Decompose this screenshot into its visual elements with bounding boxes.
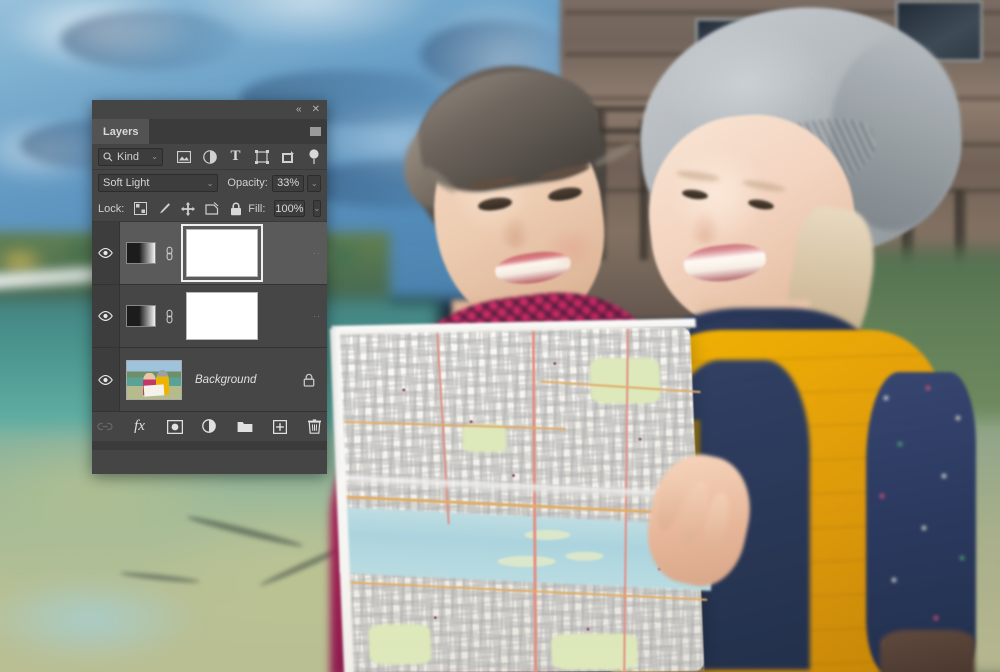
- layer-row-body[interactable]: ··: [120, 222, 327, 284]
- map-park: [589, 357, 662, 404]
- tab-layers[interactable]: Layers: [92, 119, 150, 144]
- map-point-of-interest: [511, 474, 516, 478]
- filter-kind-select[interactable]: Kind ⌄: [98, 147, 163, 166]
- map-park: [461, 424, 507, 453]
- fx-label: fx: [134, 418, 145, 434]
- map-point-of-interest: [433, 616, 437, 620]
- panel-bottom-toolbar: fx: [92, 411, 327, 441]
- lock-position-icon[interactable]: [181, 201, 196, 216]
- map-park: [368, 624, 432, 665]
- background-layer-thumbnail[interactable]: [126, 359, 182, 400]
- lock-artboard-nesting-icon[interactable]: [205, 202, 219, 216]
- lock-image-pixels-icon[interactable]: [157, 202, 171, 216]
- girl-nose: [690, 212, 720, 244]
- lock-label: Lock:: [98, 202, 125, 215]
- woman-cheek: [548, 228, 596, 268]
- blend-mode-select[interactable]: Soft Light ⌄: [98, 174, 219, 192]
- mask-link-icon[interactable]: [163, 244, 175, 262]
- new-adjustment-layer-icon[interactable]: [201, 418, 218, 435]
- girl-sleeve-cuff: [880, 630, 975, 672]
- layer-mask-wrapper[interactable]: [181, 224, 263, 282]
- panel-titlebar: « ✕: [92, 100, 327, 119]
- adjustment-layer-filter-icon[interactable]: [202, 149, 217, 164]
- lock-buttons: [133, 201, 243, 216]
- blend-mode-value: Soft Light: [103, 177, 150, 189]
- map-point-of-interest: [402, 388, 406, 392]
- add-layer-mask-icon[interactable]: [166, 418, 183, 435]
- table-row[interactable]: ··: [92, 285, 327, 348]
- layer-style-fx-icon[interactable]: fx: [131, 418, 148, 435]
- panel-tab-strip: Layers: [92, 119, 327, 144]
- link-layers-icon[interactable]: [96, 418, 113, 435]
- map-point-of-interest: [553, 361, 557, 365]
- map-point-of-interest: [586, 627, 590, 631]
- thumbnail-map: [143, 383, 165, 397]
- layer-mask-wrapper[interactable]: [182, 288, 262, 344]
- opacity-stepper[interactable]: ⌄: [307, 174, 321, 192]
- map-point-of-interest: [638, 437, 642, 441]
- layer-locked-icon: [303, 373, 315, 387]
- filter-toggle-icon[interactable]: [306, 148, 321, 164]
- opacity-input[interactable]: 33%: [271, 174, 305, 192]
- layer-mask-thumbnail[interactable]: [186, 292, 258, 340]
- layer-name-label[interactable]: Background: [195, 374, 296, 386]
- table-row[interactable]: Background: [92, 348, 327, 411]
- search-icon: [103, 151, 113, 162]
- filter-type-icons: T: [176, 148, 321, 164]
- pixel-layer-filter-icon[interactable]: [176, 149, 191, 164]
- new-layer-icon[interactable]: [271, 418, 288, 435]
- layers-panel[interactable]: « ✕ Layers Kind ⌄ T Soft Light ⌄ Opacity…: [92, 100, 327, 474]
- mask-link-icon[interactable]: [163, 307, 175, 325]
- panel-footer: [92, 441, 327, 450]
- new-group-icon[interactable]: [236, 418, 253, 435]
- opacity-label: Opacity:: [227, 177, 268, 189]
- smart-object-filter-icon[interactable]: [280, 149, 295, 164]
- layer-filter-row: Kind ⌄ T: [92, 144, 327, 170]
- layer-visibility-toggle[interactable]: [92, 285, 120, 347]
- delete-layer-icon[interactable]: [306, 418, 323, 435]
- woman-nose: [500, 214, 530, 248]
- map-point-of-interest: [469, 420, 473, 424]
- chevron-down-icon[interactable]: ⌄: [207, 179, 214, 188]
- layer-row-dots: ··: [313, 248, 321, 258]
- blend-mode-row: Soft Light ⌄ Opacity: 33% ⌄: [92, 170, 327, 196]
- fill-stepper[interactable]: ⌄: [312, 200, 322, 217]
- layer-row-body[interactable]: ··: [120, 285, 327, 347]
- table-row[interactable]: ··: [92, 222, 327, 285]
- lock-row: Lock: Fill: 100% ⌄: [92, 196, 327, 222]
- hamburger-menu-icon[interactable]: [310, 127, 321, 136]
- layer-thumbnail[interactable]: [126, 242, 156, 264]
- fill-label: Fill:: [248, 202, 266, 215]
- filter-kind-label: Kind: [117, 150, 140, 163]
- type-layer-filter-icon[interactable]: T: [228, 148, 243, 164]
- fill-input[interactable]: 100%: [274, 200, 305, 217]
- girl-floral-sleeve: [866, 372, 976, 672]
- chevron-down-icon[interactable]: ⌄: [151, 152, 158, 161]
- layer-thumbnail[interactable]: [126, 305, 156, 327]
- lock-all-icon[interactable]: [229, 202, 243, 216]
- layer-mask-thumbnail[interactable]: [186, 229, 258, 277]
- shape-layer-filter-icon[interactable]: [254, 149, 269, 164]
- folded-city-map: [329, 318, 712, 672]
- lock-transparent-pixels-icon[interactable]: [133, 202, 147, 216]
- collapse-panel-button[interactable]: «: [296, 104, 302, 115]
- rock-streak: [60, 10, 240, 70]
- layer-row-dots: ··: [313, 311, 321, 321]
- layer-row-body[interactable]: Background: [120, 348, 327, 411]
- layer-visibility-toggle[interactable]: [92, 348, 120, 411]
- tab-empty[interactable]: [149, 119, 327, 144]
- close-panel-button[interactable]: ✕: [312, 104, 320, 115]
- layer-list: ·· ·· Background: [92, 222, 327, 411]
- map-island: [565, 551, 604, 561]
- layer-visibility-toggle[interactable]: [92, 222, 120, 284]
